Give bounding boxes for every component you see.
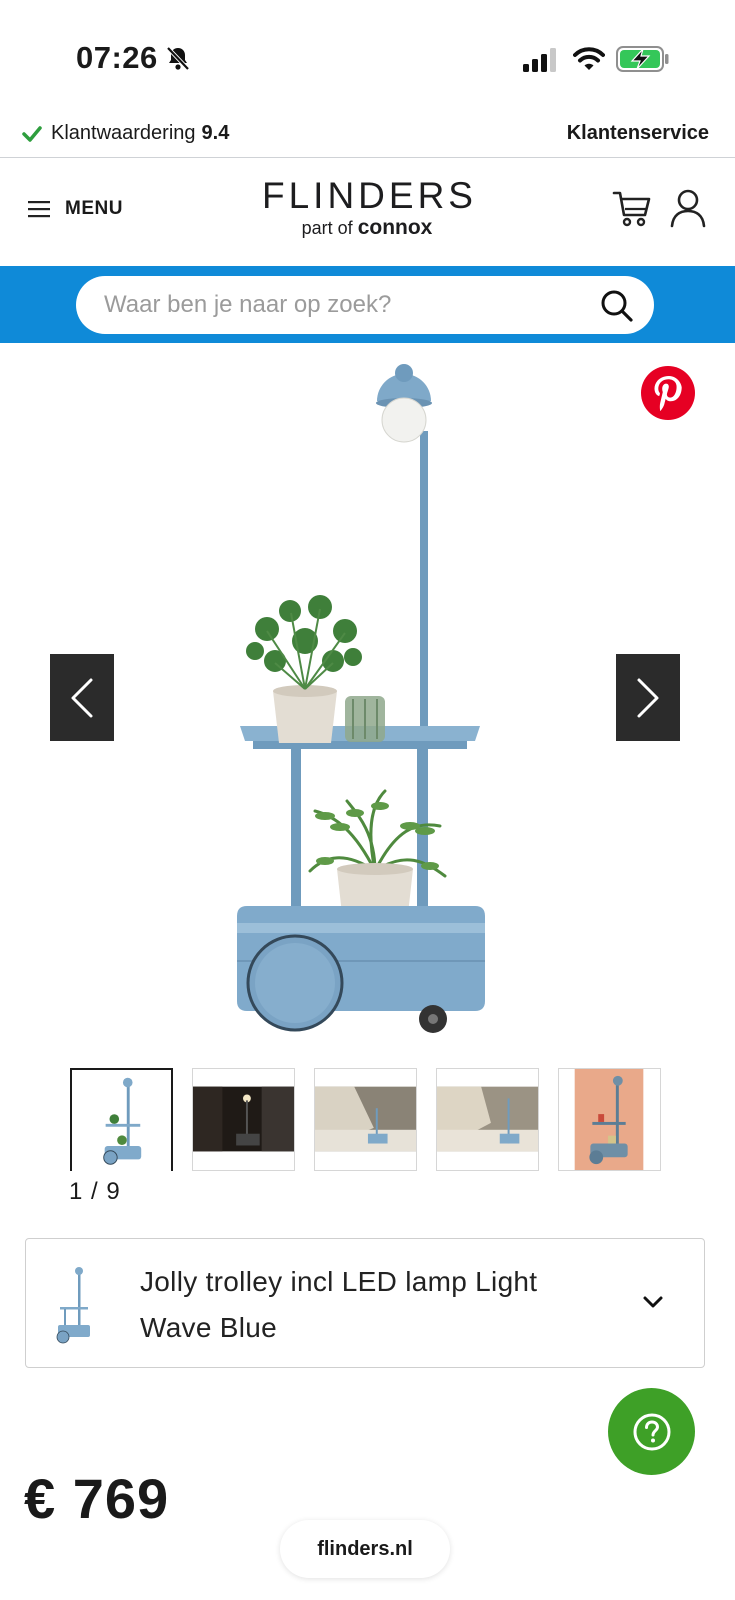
search-icon[interactable] [600,289,634,323]
thumbnail-strip [70,1068,670,1172]
thumbnail-image [559,1069,660,1170]
help-button[interactable] [608,1388,695,1475]
product-gallery [0,343,735,1063]
browser-url-bar[interactable]: flinders.nl [280,1520,450,1578]
rating-score: 9.4 [201,122,230,144]
thumbnail-4[interactable] [436,1068,539,1171]
info-bar: Klantwaardering 9.4 Klantenservice [0,116,735,158]
gallery-next-button[interactable] [616,654,680,741]
variant-selector[interactable]: Jolly trolley incl LED lamp Light Wave B… [25,1238,705,1368]
question-mark-icon [633,1413,670,1450]
menu-label: MENU [65,198,123,219]
chevron-left-icon [71,678,93,717]
thumbnail-image [437,1069,538,1170]
status-bar: 07:26 [0,0,735,120]
variant-thumbnail [56,1267,90,1344]
chevron-right-icon [637,678,659,717]
product-price: € 769 [24,1467,170,1530]
site-header: MENU FLINDERS part of connox [0,158,735,266]
search-box[interactable] [76,276,654,334]
battery-charging-icon [616,46,669,72]
gallery-prev-button[interactable] [50,654,114,741]
customer-service-link[interactable]: Klantenservice [567,122,709,145]
thumbnail-3[interactable] [314,1068,417,1171]
pinterest-icon[interactable] [640,365,696,421]
check-icon [22,125,42,142]
user-account-icon[interactable] [670,188,706,228]
thumbnail-2[interactable] [192,1068,295,1171]
hamburger-icon [28,201,50,218]
variant-name: Jolly trolley incl LED lamp Light Wave B… [140,1266,538,1343]
logo-sub-prefix: part of [301,218,353,238]
flinders-logo[interactable]: FLINDERS part of connox [262,175,477,240]
signal-icon [523,48,556,72]
rating-label: Klantwaardering [51,122,196,144]
product-image[interactable] [225,361,515,1041]
thumbnail-5[interactable] [558,1068,661,1171]
menu-button[interactable]: MENU [28,198,123,220]
chevron-down-icon [643,1296,663,1308]
thumbnail-image [72,1071,171,1170]
status-time: 07:26 [76,40,158,75]
wifi-icon [573,47,605,70]
search-band [0,266,735,343]
cart-icon[interactable] [612,188,652,228]
thumbnail-image [193,1069,294,1170]
search-input[interactable] [104,276,574,334]
logo-text: FLINDERS [262,175,477,216]
gallery-counter: 1 / 9 [69,1178,121,1205]
customer-rating[interactable]: Klantwaardering 9.4 [22,122,229,145]
logo-subtitle: part of connox [262,216,472,240]
logo-sub-brand: connox [357,216,433,239]
thumbnail-1[interactable] [70,1068,173,1171]
thumbnail-image [315,1069,416,1170]
bell-slash-icon [166,46,190,71]
